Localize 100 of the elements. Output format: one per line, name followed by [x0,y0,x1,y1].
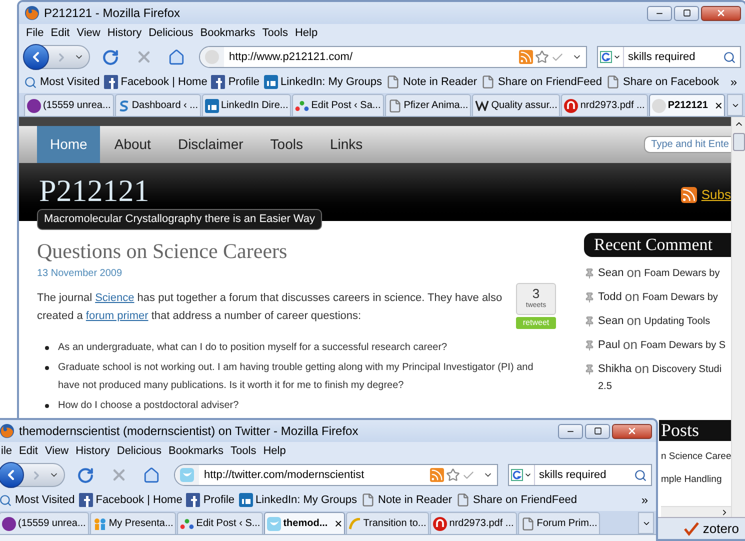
menu-item[interactable]: View [44,443,69,460]
bookmark-link[interactable]: Facebook | Home [120,74,208,90]
menu-item[interactable]: ile [1,443,12,460]
text-link[interactable]: Science [95,292,134,304]
menu-item[interactable]: Bookmarks [168,443,224,460]
status-text[interactable]: zotero [702,518,739,538]
comment-author[interactable]: Sean [598,312,624,330]
site-nav-link[interactable]: About [101,126,164,163]
maximize-button[interactable] [585,424,610,438]
dropdown-icon[interactable] [613,53,621,61]
address-field[interactable]: http://twitter.com/modernscientist [174,464,498,486]
browser-tab[interactable]: My Presenta... [90,512,176,534]
menu-item[interactable]: File [26,25,44,42]
site-nav-link[interactable]: Disclaimer [164,126,256,163]
reload-icon[interactable] [77,466,94,484]
bookmark-link[interactable]: Share on FriendFeed [498,74,602,90]
back-button[interactable] [23,44,49,70]
bookmark-link[interactable]: Share on Facebook [622,74,719,90]
comment-author[interactable]: Sean [598,264,624,282]
browser-tab[interactable]: Quality assur... [472,94,560,116]
menu-item[interactable]: Edit [19,443,38,460]
reload-icon[interactable] [102,48,119,66]
browser-tab[interactable]: nrd2973.pdf ... [430,512,517,534]
check-icon[interactable] [462,468,475,482]
menu-item[interactable]: Help [263,443,286,460]
menu-item[interactable]: View [76,25,100,42]
check-icon[interactable] [551,50,564,64]
bookmark-link[interactable]: Facebook | Home [96,492,182,508]
comment-post-link[interactable]: Discovery Studi [652,362,722,376]
browser-tab[interactable]: P212121 × [648,94,726,116]
search-field[interactable]: skills required [508,464,652,486]
site-nav-link[interactable]: Home [37,126,100,163]
browser-tab[interactable]: Edit Post ‹ S... [177,512,264,534]
browser-tab[interactable]: (15559 unrea... [24,94,114,116]
bookmark-link[interactable]: Note in Reader [403,74,478,90]
scrollbar-thumb[interactable] [732,133,744,151]
search-icon[interactable] [723,50,736,64]
bookmark-link[interactable]: LinkedIn: My Groups [256,492,358,508]
more-bookmarks[interactable]: » [641,491,648,509]
comment-post-link[interactable]: Foam Dewars by S [640,338,726,352]
bookmark-link[interactable]: Most Visited [40,74,100,90]
close-tab-button[interactable]: × [334,514,342,534]
bookmark-link[interactable]: Profile [203,492,235,508]
site-nav-link[interactable]: Links [316,126,376,163]
more-bookmarks[interactable]: » [730,73,737,91]
scroll-right-icon[interactable] [720,508,729,516]
browser-tab[interactable]: Dashboard ‹ ... [114,94,201,116]
site-search-field[interactable]: Type and hit Ente [644,136,731,153]
comment-post-link[interactable]: Updating Tools [644,314,710,328]
comment-post-link[interactable]: 2.5 [584,379,612,394]
bookmark-link[interactable]: Profile [228,74,260,90]
horizontal-scrollbar[interactable] [661,506,731,517]
menu-item[interactable]: Delicious [148,25,194,42]
close-tab-button[interactable]: × [714,96,722,116]
maximize-button[interactable] [674,6,699,20]
menu-item[interactable]: Delicious [116,443,162,460]
menu-item[interactable]: Bookmarks [200,25,256,42]
site-nav-link[interactable]: Tools [257,126,316,163]
star-icon[interactable] [535,50,549,64]
subscribe-link[interactable]: Subs [701,185,731,204]
recent-post-link[interactable]: mple Handling [659,473,731,488]
bookmark-link[interactable]: Most Visited [15,492,75,508]
menu-item[interactable]: History [107,25,142,42]
star-icon[interactable] [446,468,460,482]
close-button[interactable] [612,424,652,438]
search-field[interactable]: skills required [597,46,741,68]
menu-item[interactable]: Help [294,25,318,42]
rss-icon[interactable] [681,186,698,203]
comment-author[interactable]: Shikha [598,360,632,378]
menu-item[interactable]: Tools [262,25,288,42]
bookmark-link[interactable]: LinkedIn: My Groups [280,74,382,90]
menu-item[interactable]: Tools [230,443,256,460]
dropdown-icon[interactable] [524,471,532,479]
browser-tab[interactable]: Pfizer Anima... [384,94,472,116]
vertical-scrollbar[interactable] [731,117,745,517]
close-button[interactable] [701,6,741,20]
text-link[interactable]: forum primer [86,310,148,322]
comment-author[interactable]: Todd [598,288,622,306]
browser-tab[interactable]: nrd2973.pdf ... [561,94,648,116]
search-engine-icon[interactable] [600,51,612,63]
search-engine-icon[interactable] [511,469,523,481]
browser-tab[interactable]: Transition to... [346,512,430,534]
home-icon[interactable] [168,48,185,66]
recent-post-link[interactable]: n Science Caree [659,450,731,464]
comment-post-link[interactable]: Foam Dewars by [644,266,720,280]
back-button[interactable] [0,462,24,488]
menu-item[interactable]: Edit [50,25,70,42]
browser-tab[interactable]: themod... × [264,512,346,534]
browser-tab[interactable]: Forum Prim... [518,512,600,534]
browser-tab[interactable]: (15559 unrea... [0,512,89,534]
comment-author[interactable]: Paul [598,336,620,354]
search-icon[interactable] [634,468,647,482]
menu-item[interactable]: History [76,443,110,460]
bookmark-link[interactable]: Note in Reader [378,492,452,508]
home-icon[interactable] [143,466,160,484]
comment-post-link[interactable]: Foam Dewars by [642,290,718,304]
bookmark-link[interactable]: Share on FriendFeed [473,492,577,508]
browser-tab[interactable]: LinkedIn Dire... [202,94,292,116]
address-field[interactable]: http://www.p212121.com/ [199,46,587,68]
browser-tab[interactable]: Edit Post ‹ Sa... [292,94,384,116]
